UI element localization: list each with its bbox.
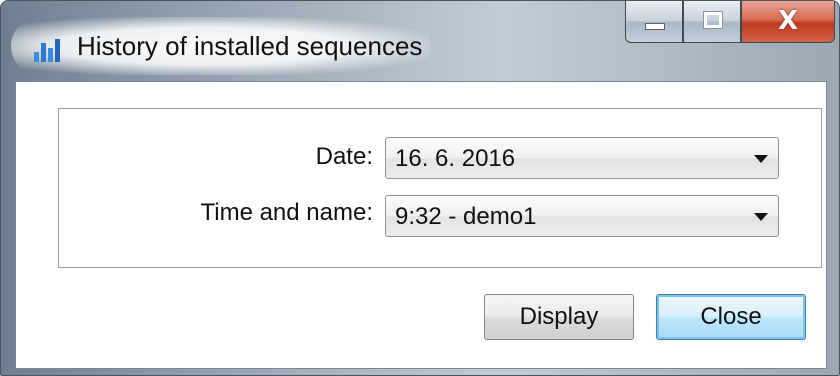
maximize-button[interactable] [683,1,741,43]
minimize-icon [645,23,665,30]
chevron-down-icon[interactable] [754,213,768,221]
time-and-name-select-value: 9:32 - demo1 [395,203,537,230]
date-select[interactable]: 16. 6. 2016 [385,137,779,179]
dialog-client-area: Date: 16. 6. 2016 Time and name: 9:32 - … [15,81,827,369]
display-button[interactable]: Display [484,294,634,340]
date-select-value: 16. 6. 2016 [395,145,516,172]
selection-groupbox: Date: 16. 6. 2016 Time and name: 9:32 - … [58,108,822,268]
dialog-window: History of installed sequences X Date: 1… [0,0,840,376]
time-and-name-select[interactable]: 9:32 - demo1 [385,195,779,237]
close-button[interactable]: Close [656,294,806,340]
time-and-name-label: Time and name: [200,199,373,226]
title-bar[interactable]: History of installed sequences X [1,1,839,81]
close-window-button[interactable]: X [741,1,835,43]
minimize-button[interactable] [625,1,683,43]
close-icon: X [777,6,799,36]
bar-chart-icon [34,39,60,62]
date-label: Date: [315,143,373,170]
maximize-icon [703,11,723,29]
chevron-down-icon[interactable] [754,155,768,163]
caption-buttons: X [625,1,835,43]
window-title: History of installed sequences [77,31,423,61]
